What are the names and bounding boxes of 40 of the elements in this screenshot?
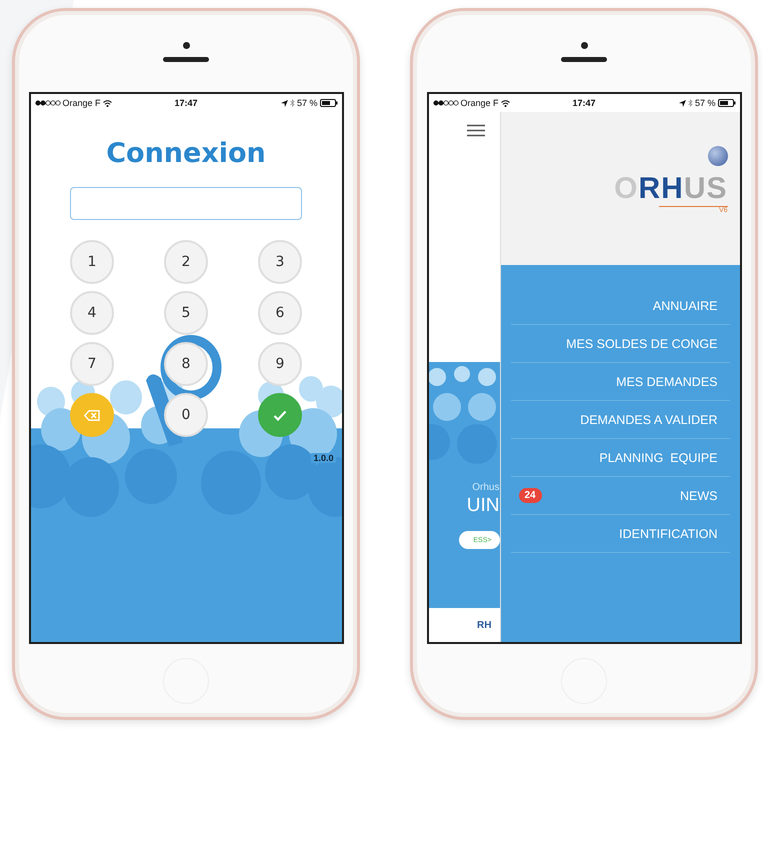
- camera-icon: [580, 42, 588, 48]
- digit-key[interactable]: 3: [258, 240, 302, 284]
- bluetooth-icon: [290, 99, 295, 107]
- signal-icon: [432, 100, 458, 106]
- location-icon: [678, 100, 686, 106]
- status-time: 17:47: [572, 98, 596, 108]
- digit-key[interactable]: 9: [258, 342, 302, 386]
- digit-key[interactable]: 7: [70, 342, 114, 386]
- menu-icon[interactable]: [466, 124, 484, 137]
- carrier-name: Orange F: [460, 98, 499, 108]
- carrier-name: Orange F: [62, 98, 101, 108]
- status-time: 17:47: [174, 98, 198, 108]
- globe-icon: [708, 146, 728, 166]
- menu-item[interactable]: 24 NEWS: [510, 477, 730, 515]
- speaker-grille: [561, 56, 607, 62]
- banner-subtitle: Orhus: [472, 482, 500, 493]
- battery-icon: [320, 99, 338, 107]
- version-label: 1.0.0: [311, 453, 336, 463]
- digit-key[interactable]: 1: [70, 240, 114, 284]
- wifi-icon: [500, 100, 510, 106]
- battery-percent: 57 %: [296, 98, 318, 108]
- digit-key[interactable]: 2: [164, 240, 208, 284]
- battery-percent: 57 %: [694, 98, 716, 108]
- pin-input-field[interactable]: [70, 187, 302, 220]
- footer-logo: RH: [477, 620, 492, 630]
- location-icon: [280, 100, 288, 106]
- digit-key[interactable]: 6: [258, 291, 302, 335]
- camera-icon: [182, 42, 190, 48]
- bluetooth-icon: [688, 99, 693, 107]
- backspace-icon: [84, 410, 100, 420]
- login-title: Connexion: [106, 138, 266, 169]
- battery-icon: [718, 99, 736, 107]
- banner-name: UIN: [466, 495, 500, 517]
- signal-icon: [34, 100, 60, 106]
- speaker-grille: [163, 56, 209, 62]
- checkmark-icon: [273, 410, 287, 420]
- digit-key[interactable]: 4: [70, 291, 114, 335]
- wifi-icon: [102, 100, 112, 106]
- digit-key[interactable]: 5: [164, 291, 208, 335]
- notification-badge: 24: [518, 488, 542, 503]
